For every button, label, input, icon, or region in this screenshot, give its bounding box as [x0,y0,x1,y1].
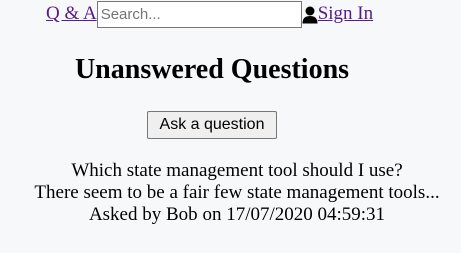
sign-in-link[interactable]: Sign In [302,0,373,28]
brand-link[interactable]: Q & A [46,0,97,28]
on-word: on [202,204,222,225]
sign-in-label: Sign In [317,3,374,24]
page-title: Unanswered Questions [74,54,350,85]
search-input[interactable] [96,0,302,28]
question-content: There seem to be a fair few state manage… [34,182,440,203]
page: Q & A Sign In Unanswered Questions Ask a… [0,0,461,253]
question-meta: Asked by Bob on 17/07/2020 04:59:31 [0,204,461,226]
question-title: Which state management tool should I use… [71,160,403,181]
asked-by-prefix: Asked by [88,204,162,225]
user-icon [302,5,318,24]
ask-question-button[interactable]: Ask a question [147,111,277,139]
header: Q & A Sign In [46,0,373,28]
question-author: Bob [166,204,198,225]
question-date: 17/07/2020 04:59:31 [226,204,386,225]
question-list-item[interactable]: Which state management tool should I use… [0,160,461,226]
